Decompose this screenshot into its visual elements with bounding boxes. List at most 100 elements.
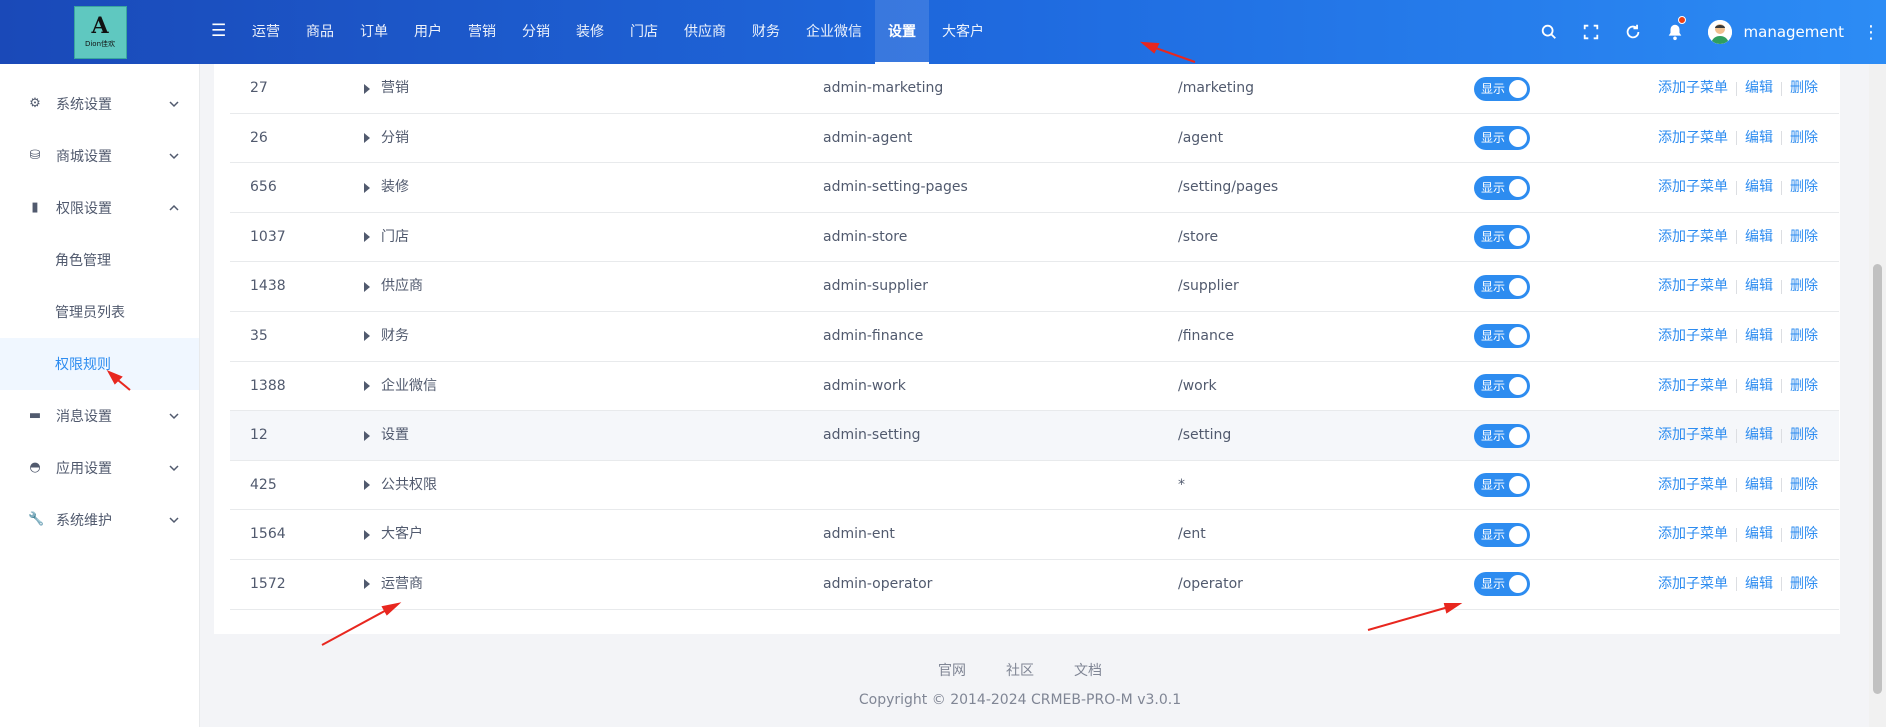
add-submenu-link[interactable]: 添加子菜单 — [1658, 510, 1728, 559]
topnav-item[interactable]: 用户 — [401, 0, 455, 64]
edit-link[interactable]: 编辑 — [1745, 64, 1773, 113]
table-row: 1388 企业微信 admin-work/work 显示 添加子菜单 编辑 删除 — [230, 362, 1839, 412]
expand-caret-icon[interactable] — [364, 232, 370, 243]
show-toggle[interactable]: 显示 — [1474, 473, 1530, 498]
add-submenu-link[interactable]: 添加子菜单 — [1658, 461, 1728, 510]
edit-link[interactable]: 编辑 — [1745, 262, 1773, 311]
rule-code: admin-marketing — [823, 80, 944, 96]
top-nav: 运营 商品 订单 用户 营销 分销 装修 门店 供应商 财务 企业微信 设置 大客户 — [239, 0, 997, 64]
divider — [1736, 131, 1737, 146]
show-toggle[interactable]: 显示 — [1474, 76, 1530, 101]
sidebar-item[interactable]: 🔧 系统维护 — [0, 494, 199, 546]
edit-link[interactable]: 编辑 — [1745, 411, 1773, 460]
table-row: 425 公共权限 * 显示 添加子菜单 编辑 删除 — [230, 461, 1839, 511]
expand-caret-icon[interactable] — [364, 331, 370, 342]
expand-caret-icon[interactable] — [364, 381, 370, 392]
edit-link[interactable]: 编辑 — [1745, 312, 1773, 361]
delete-link[interactable]: 删除 — [1790, 510, 1818, 559]
sidebar-subitem[interactable]: 权限规则 — [0, 338, 199, 390]
add-submenu-link[interactable]: 添加子菜单 — [1658, 560, 1728, 609]
row-actions: 添加子菜单 编辑 删除 — [1658, 213, 1818, 262]
show-toggle[interactable]: 显示 — [1474, 225, 1530, 250]
bell-icon[interactable] — [1654, 0, 1696, 64]
edit-link[interactable]: 编辑 — [1745, 461, 1773, 510]
toggle-knob — [1509, 377, 1527, 396]
topnav-item[interactable]: 运营 — [239, 0, 293, 64]
sidebar-subitem[interactable]: 管理员列表 — [0, 286, 199, 338]
delete-link[interactable]: 删除 — [1790, 262, 1818, 311]
footer-link[interactable]: 社区 — [1006, 660, 1034, 680]
sidebar-item[interactable]: ▬ 消息设置 — [0, 390, 199, 442]
edit-link[interactable]: 编辑 — [1745, 114, 1773, 163]
topnav-item[interactable]: 营销 — [455, 0, 509, 64]
sidebar-item[interactable]: ⚙ 系统设置 — [0, 78, 199, 130]
show-toggle[interactable]: 显示 — [1474, 374, 1530, 399]
edit-link[interactable]: 编辑 — [1745, 163, 1773, 212]
topnav-item[interactable]: 门店 — [617, 0, 671, 64]
menu-toggle-icon[interactable]: ☰ — [211, 22, 229, 40]
search-icon[interactable] — [1528, 0, 1570, 64]
topnav-item[interactable]: 企业微信 — [793, 0, 875, 64]
topnav-item[interactable]: 大客户 — [929, 0, 997, 64]
page-scrollbar[interactable] — [1869, 64, 1886, 727]
row-actions: 添加子菜单 编辑 删除 — [1658, 114, 1818, 163]
expand-caret-icon[interactable] — [364, 579, 370, 590]
delete-link[interactable]: 删除 — [1790, 362, 1818, 411]
edit-link[interactable]: 编辑 — [1745, 213, 1773, 262]
show-toggle[interactable]: 显示 — [1474, 572, 1530, 597]
delete-link[interactable]: 删除 — [1790, 114, 1818, 163]
delete-link[interactable]: 删除 — [1790, 163, 1818, 212]
delete-link[interactable]: 删除 — [1790, 64, 1818, 113]
topnav-item[interactable]: 订单 — [347, 0, 401, 64]
sidebar-item[interactable]: ⛁ 商城设置 — [0, 130, 199, 182]
refresh-icon[interactable] — [1612, 0, 1654, 64]
edit-link[interactable]: 编辑 — [1745, 362, 1773, 411]
add-submenu-link[interactable]: 添加子菜单 — [1658, 262, 1728, 311]
edit-link[interactable]: 编辑 — [1745, 510, 1773, 559]
show-toggle[interactable]: 显示 — [1474, 274, 1530, 299]
delete-link[interactable]: 删除 — [1790, 312, 1818, 361]
footer-link[interactable]: 文档 — [1074, 660, 1102, 680]
add-submenu-link[interactable]: 添加子菜单 — [1658, 362, 1728, 411]
expand-caret-icon[interactable] — [364, 182, 370, 193]
sidebar-item[interactable]: ◓ 应用设置 — [0, 442, 199, 494]
logo[interactable]: A Dion佳欢 — [73, 5, 127, 59]
topnav-item[interactable]: 财务 — [739, 0, 793, 64]
delete-link[interactable]: 删除 — [1790, 461, 1818, 510]
expand-caret-icon[interactable] — [364, 430, 370, 441]
show-toggle[interactable]: 显示 — [1474, 522, 1530, 547]
add-submenu-link[interactable]: 添加子菜单 — [1658, 64, 1728, 113]
user-menu[interactable]: management — [1696, 0, 1856, 64]
topnav-item[interactable]: 供应商 — [671, 0, 739, 64]
fullscreen-icon[interactable] — [1570, 0, 1612, 64]
add-submenu-link[interactable]: 添加子菜单 — [1658, 163, 1728, 212]
delete-link[interactable]: 删除 — [1790, 213, 1818, 262]
topnav-item[interactable]: 设置 — [875, 0, 929, 64]
scrollbar-thumb[interactable] — [1873, 264, 1882, 694]
sidebar-subitem[interactable]: 角色管理 — [0, 234, 199, 286]
expand-caret-icon[interactable] — [364, 83, 370, 94]
add-submenu-link[interactable]: 添加子菜单 — [1658, 213, 1728, 262]
sidebar-item[interactable]: ▮ 权限设置 — [0, 182, 199, 234]
show-toggle[interactable]: 显示 — [1474, 126, 1530, 151]
topnav-item[interactable]: 装修 — [563, 0, 617, 64]
toggle-knob — [1509, 79, 1527, 98]
topnav-item[interactable]: 分销 — [509, 0, 563, 64]
expand-caret-icon[interactable] — [364, 529, 370, 540]
show-toggle[interactable]: 显示 — [1474, 175, 1530, 200]
expand-caret-icon[interactable] — [364, 480, 370, 491]
show-toggle[interactable]: 显示 — [1474, 324, 1530, 349]
footer-link[interactable]: 官网 — [938, 660, 966, 680]
delete-link[interactable]: 删除 — [1790, 411, 1818, 460]
show-toggle[interactable]: 显示 — [1474, 423, 1530, 448]
topnav-item[interactable]: 商品 — [293, 0, 347, 64]
delete-link[interactable]: 删除 — [1790, 560, 1818, 609]
add-submenu-link[interactable]: 添加子菜单 — [1658, 114, 1728, 163]
add-submenu-link[interactable]: 添加子菜单 — [1658, 312, 1728, 361]
expand-caret-icon[interactable] — [364, 281, 370, 292]
edit-link[interactable]: 编辑 — [1745, 560, 1773, 609]
more-icon[interactable]: ⋮ — [1856, 0, 1886, 64]
add-submenu-link[interactable]: 添加子菜单 — [1658, 411, 1728, 460]
expand-caret-icon[interactable] — [364, 133, 370, 144]
table-row: 26 分销 admin-agent/agent 显示 添加子菜单 编辑 删除 — [230, 114, 1839, 164]
